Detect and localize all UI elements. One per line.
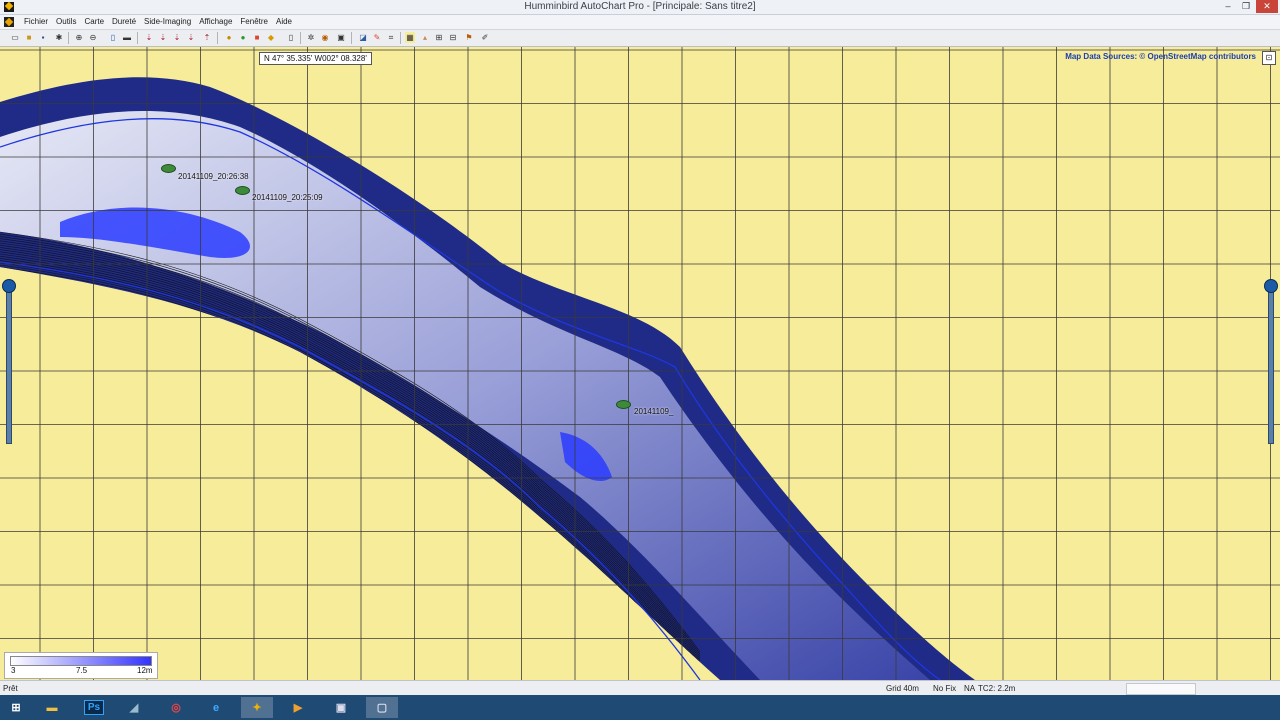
humminbird-icon[interactable]: ✦ bbox=[241, 697, 273, 718]
side-imaging-overlay bbox=[0, 110, 930, 680]
toolbar-separator bbox=[400, 32, 401, 44]
grid-icon[interactable]: ⌗ bbox=[386, 32, 396, 43]
open-folder-icon[interactable]: ■ bbox=[24, 32, 34, 43]
restore-button[interactable]: ❐ bbox=[1238, 0, 1254, 13]
legend-mid-label: 7.5 bbox=[76, 666, 88, 675]
export-icon[interactable]: ⇣ bbox=[172, 32, 182, 43]
edit-chart-icon[interactable]: ◪ bbox=[358, 32, 368, 43]
toolbar-separator bbox=[68, 32, 69, 44]
chart-map-view[interactable]: N 47° 35.335' W002° 08.328' Map Data Sou… bbox=[0, 47, 1280, 680]
fish-marker-label: 20141109_20:26:38 bbox=[178, 172, 249, 181]
status-grid: Grid 40m bbox=[886, 684, 919, 693]
fish-marker-label: 20141109_ bbox=[634, 407, 674, 416]
zoom-in-icon[interactable]: ⊕ bbox=[74, 32, 84, 43]
menu-durete[interactable]: Dureté bbox=[108, 17, 140, 27]
status-tc: TC2: 2.2m bbox=[978, 684, 1016, 693]
minimize-button[interactable]: – bbox=[1220, 0, 1236, 13]
photoshop-label: Ps bbox=[83, 700, 105, 715]
zoom-out-icon[interactable]: ⊖ bbox=[88, 32, 98, 43]
left-range-slider[interactable] bbox=[6, 282, 12, 444]
app-menu-icon[interactable] bbox=[4, 17, 14, 27]
toolbar-separator bbox=[137, 32, 138, 44]
map-source-icon[interactable]: ⊡ bbox=[1262, 51, 1276, 65]
depth-shade-icon[interactable]: ▴ bbox=[420, 32, 430, 43]
toolbar: ▭ ■ ▪ ✱ ⊕ ⊖ ▯ ▬ ⇣ ⇣ ⇣ ⇣ ⇡ ● ● ■ ◆ ▯ ✲ ◉ … bbox=[0, 30, 1280, 47]
export-map-icon[interactable]: ⇡ bbox=[202, 32, 212, 43]
import-waypoint-icon[interactable]: ⇣ bbox=[158, 32, 168, 43]
import-track-icon[interactable]: ⇣ bbox=[144, 32, 154, 43]
toolbar-separator bbox=[351, 32, 352, 44]
chart-canvas[interactable] bbox=[0, 47, 1280, 680]
legend-max-label: 12m bbox=[137, 666, 153, 675]
hardness-icon[interactable]: ⊟ bbox=[448, 32, 458, 43]
menu-carte[interactable]: Carte bbox=[80, 17, 108, 27]
chrome-icon[interactable]: ◎ bbox=[160, 697, 192, 718]
start-icon[interactable]: ⊞ bbox=[0, 697, 32, 718]
file-explorer-icon[interactable]: ▬ bbox=[36, 697, 68, 718]
menu-fichier[interactable]: Fichier bbox=[20, 17, 52, 27]
pencil-red-icon[interactable]: ✎ bbox=[372, 32, 382, 43]
select-icon[interactable]: ▯ bbox=[108, 32, 118, 43]
cursor-coordinate-readout: N 47° 35.335' W002° 08.328' bbox=[259, 52, 372, 65]
waypoint-icon[interactable]: ⚑ bbox=[464, 32, 474, 43]
menu-bar: Fichier Outils Carte Dureté Side-Imaging… bbox=[0, 15, 1280, 30]
menu-aide[interactable]: Aide bbox=[272, 17, 296, 27]
status-fix: No Fix bbox=[933, 684, 957, 693]
title-bar: Humminbird AutoChart Pro - [Principale: … bbox=[0, 0, 1280, 15]
left-slider-knob[interactable] bbox=[2, 279, 16, 293]
fish-marker-icon[interactable] bbox=[616, 400, 631, 409]
photoshop-icon[interactable]: Ps bbox=[78, 697, 110, 718]
fish-marker-icon[interactable] bbox=[161, 164, 176, 173]
toolbar-separator bbox=[300, 32, 301, 44]
menu-affichage[interactable]: Affichage bbox=[195, 17, 236, 27]
menu-side-imaging[interactable]: Side-Imaging bbox=[140, 17, 195, 27]
export-card-icon[interactable]: ⇣ bbox=[186, 32, 196, 43]
app-window-icon-2[interactable]: ▢ bbox=[366, 697, 398, 718]
layer-yellow-icon[interactable]: ◆ bbox=[266, 32, 276, 43]
side-image-icon[interactable]: ⊞ bbox=[434, 32, 444, 43]
gear-icon[interactable]: ✲ bbox=[306, 32, 316, 43]
pen-icon[interactable]: ✐ bbox=[480, 32, 490, 43]
contour-icon[interactable]: ▦ bbox=[405, 32, 415, 43]
menu-fenetre[interactable]: Fenêtre bbox=[236, 17, 272, 27]
right-range-slider[interactable] bbox=[1268, 282, 1274, 444]
map-attribution: Map Data Sources: © OpenStreetMap contri… bbox=[1065, 52, 1256, 61]
save-icon[interactable]: ▪ bbox=[38, 32, 48, 43]
status-na: NA bbox=[964, 684, 976, 693]
depth-legend: 3 7.5 12m bbox=[4, 652, 158, 679]
menu-outils[interactable]: Outils bbox=[52, 17, 80, 27]
status-bar: Prêt Grid 40m No Fix NA TC2: 2.2m bbox=[0, 680, 1280, 695]
settings-icon[interactable]: ✱ bbox=[54, 32, 64, 43]
close-button[interactable]: ✕ bbox=[1256, 0, 1278, 13]
green-circle-icon[interactable]: ● bbox=[224, 32, 234, 43]
internet-explorer-icon[interactable]: e bbox=[200, 697, 232, 718]
window-title: Humminbird AutoChart Pro - [Principale: … bbox=[524, 1, 756, 12]
status-ready: Prêt bbox=[3, 684, 18, 693]
legend-min-label: 3 bbox=[11, 666, 16, 675]
app-window-icon[interactable]: ▣ bbox=[325, 697, 357, 718]
fish-marker-icon[interactable] bbox=[235, 186, 250, 195]
horizontal-scroll-thumb[interactable] bbox=[1126, 683, 1196, 695]
zoom-window-icon[interactable]: ▣ bbox=[336, 32, 346, 43]
layer-red-icon[interactable]: ■ bbox=[252, 32, 262, 43]
target-icon[interactable]: ◉ bbox=[320, 32, 330, 43]
page-icon[interactable]: ▯ bbox=[286, 32, 296, 43]
fish-marker-label: 20141109_20:25:09 bbox=[252, 193, 323, 202]
autochart-window: Humminbird AutoChart Pro - [Principale: … bbox=[0, 0, 1280, 720]
new-file-icon[interactable]: ▭ bbox=[10, 32, 20, 43]
right-slider-knob[interactable] bbox=[1264, 279, 1278, 293]
orange-circle-icon[interactable]: ● bbox=[238, 32, 248, 43]
media-player-icon[interactable]: ▶ bbox=[282, 697, 314, 718]
measure-icon[interactable]: ▬ bbox=[122, 32, 132, 43]
windows-taskbar: ⊞ ▬ Ps ◢ ◎ e ✦ ▶ ▣ ▢ bbox=[0, 695, 1280, 720]
app-icon[interactable]: ◢ bbox=[118, 697, 150, 718]
toolbar-separator bbox=[217, 32, 218, 44]
depth-color-scale bbox=[10, 656, 152, 666]
